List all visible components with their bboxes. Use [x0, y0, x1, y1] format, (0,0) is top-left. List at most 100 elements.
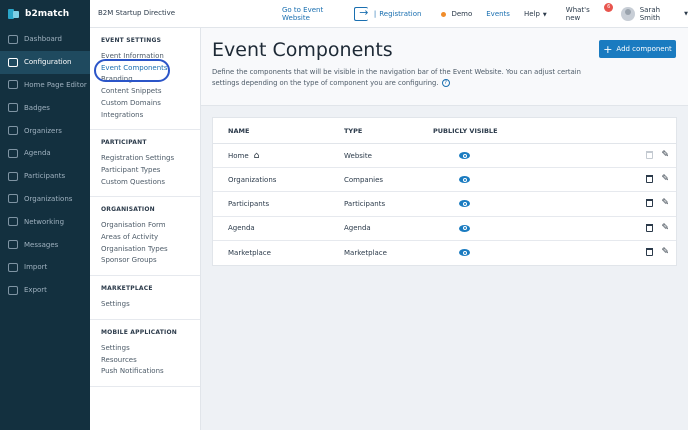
nav-separator: | — [373, 10, 377, 18]
subnav-organisation-form[interactable]: Organisation Form — [101, 220, 200, 232]
add-component-button[interactable]: + Add component — [599, 40, 676, 58]
eye-icon[interactable] — [459, 152, 470, 160]
visibility-cell — [433, 152, 527, 160]
subnav-registration-settings[interactable]: Registration Settings — [101, 153, 200, 165]
highlight-circle — [94, 59, 170, 82]
component-name-text: Home — [228, 151, 249, 160]
edit-pencil-icon[interactable]: ✎ — [661, 175, 669, 184]
visibility-cell — [433, 224, 527, 232]
eye-icon[interactable] — [459, 224, 470, 232]
sidebar-item-label: Organizations — [24, 194, 73, 203]
components-table: NAME TYPE PUBLICLY VISIBLE Home ⌂ Website ✎… — [212, 117, 677, 266]
table-row[interactable]: Organizations Companies ✎ — [213, 168, 676, 193]
user-menu[interactable]: Sarah Smith ▼ — [621, 6, 688, 22]
subnav-marketplace-settings[interactable]: Settings — [101, 299, 200, 311]
dashboard-icon — [8, 34, 18, 44]
sidebar-item-messages[interactable]: Messages — [0, 233, 90, 256]
avatar — [621, 7, 635, 21]
subnav-organisation-types[interactable]: Organisation Types — [101, 244, 200, 256]
visibility-cell — [433, 176, 527, 184]
component-name: Marketplace — [213, 249, 344, 257]
trash-icon[interactable] — [646, 199, 654, 208]
section-title: ORGANISATION — [101, 206, 155, 214]
edit-pencil-icon[interactable]: ✎ — [661, 223, 669, 233]
question-icon[interactable]: ? — [441, 79, 450, 87]
sidebar-item-home-page-editor[interactable]: Home Page Editor — [0, 74, 90, 97]
whats-new-link[interactable]: What's new 6 — [565, 3, 614, 22]
section-title: MARKETPLACE — [101, 285, 153, 293]
page-description: Define the components that will be visib… — [212, 67, 602, 89]
logo[interactable]: b2match — [0, 0, 90, 28]
registration-link[interactable]: Registration — [379, 10, 421, 18]
edit-pencil-icon[interactable]: ✎ — [661, 248, 669, 257]
subnav-resources[interactable]: Resources — [101, 355, 200, 367]
eye-icon[interactable] — [459, 249, 470, 257]
page-title: Event Components — [212, 39, 393, 61]
help-label: Help — [523, 10, 540, 18]
table-row[interactable]: Marketplace Marketplace ✎ — [213, 241, 676, 265]
sidebar-item-badges[interactable]: Badges — [0, 96, 90, 119]
table-row[interactable]: Participants Participants ✎ — [213, 192, 676, 217]
visibility-cell — [433, 249, 527, 257]
sidebar-item-networking[interactable]: Networking — [0, 210, 90, 233]
table-row[interactable]: Agenda Agenda ✎ — [213, 217, 676, 241]
participant-section: PARTICIPANT Registration Settings Partic… — [90, 130, 200, 198]
component-name: Home ⌂ — [213, 151, 344, 161]
subnav-participant-types[interactable]: Participant Types — [101, 165, 200, 177]
subnav-integrations[interactable]: Integrations — [101, 110, 200, 122]
component-name: Agenda — [213, 224, 344, 232]
plus-icon: + — [603, 42, 613, 56]
description-text: Define the components that will be visib… — [212, 68, 581, 87]
component-name-text: Participants — [228, 199, 270, 208]
chevron-down-icon: ▼ — [684, 11, 688, 17]
row-actions: ✎ — [527, 223, 676, 233]
edit-pencil-icon[interactable]: ✎ — [661, 199, 669, 208]
sign-in-icon[interactable] — [354, 6, 368, 21]
trash-icon[interactable] — [646, 223, 654, 232]
trash-icon — [646, 151, 654, 160]
eye-icon[interactable] — [459, 200, 470, 208]
subnav-mobile-settings[interactable]: Settings — [101, 343, 200, 355]
subnav-push-notifications[interactable]: Push Notifications — [101, 366, 200, 378]
demo-status[interactable]: Demo — [441, 10, 472, 18]
whats-new-label: What's new — [565, 6, 590, 22]
component-name-text: Agenda — [228, 224, 255, 233]
sidebar-item-organizers[interactable]: Organizers — [0, 119, 90, 142]
subnav-areas-of-activity[interactable]: Areas of Activity — [101, 232, 200, 244]
go-to-event-website-link[interactable]: Go to Event Website — [282, 6, 351, 22]
row-actions: ✎ — [527, 175, 676, 184]
trash-icon[interactable] — [646, 175, 654, 184]
subnav-content-snippets[interactable]: Content Snippets — [101, 86, 200, 98]
sidebar-item-organizations[interactable]: Organizations — [0, 188, 90, 211]
sidebar-item-export[interactable]: Export — [0, 279, 90, 302]
main-sidebar: Dashboard Configuration Home Page Editor Ba… — [0, 28, 90, 430]
organizers-icon — [8, 126, 18, 136]
subnav-custom-questions[interactable]: Custom Questions — [101, 177, 200, 189]
sidebar-item-label: Dashboard — [24, 35, 62, 44]
section-title: PARTICIPANT — [101, 139, 147, 147]
table-row[interactable]: Home ⌂ Website ✎ — [213, 144, 676, 169]
sidebar-item-label: Import — [24, 263, 48, 272]
sidebar-item-label: Participants — [24, 172, 66, 181]
trash-icon[interactable] — [646, 248, 654, 257]
configuration-icon — [8, 57, 18, 67]
import-icon — [8, 262, 18, 272]
subnav-custom-domains[interactable]: Custom Domains — [101, 98, 200, 110]
visibility-cell — [433, 200, 527, 208]
sidebar-item-agenda[interactable]: Agenda — [0, 142, 90, 165]
events-link[interactable]: Events — [486, 10, 510, 18]
help-menu[interactable]: Help ▼ — [524, 10, 547, 18]
event-name: B2M Startup Directive — [98, 9, 176, 17]
sidebar-item-dashboard[interactable]: Dashboard — [0, 28, 90, 51]
sidebar-item-label: Networking — [24, 217, 65, 226]
agenda-icon — [8, 148, 18, 158]
status-dot-icon — [441, 11, 447, 17]
component-type: Companies — [344, 175, 384, 184]
subnav-sponsor-groups[interactable]: Sponsor Groups — [101, 255, 200, 267]
edit-pencil-icon[interactable]: ✎ — [661, 151, 669, 160]
sidebar-item-configuration[interactable]: Configuration — [0, 50, 90, 74]
sidebar-item-label: Agenda — [24, 149, 51, 158]
eye-icon[interactable] — [459, 176, 470, 184]
sidebar-item-participants[interactable]: Participants — [0, 165, 90, 188]
sidebar-item-import[interactable]: Import — [0, 256, 90, 279]
